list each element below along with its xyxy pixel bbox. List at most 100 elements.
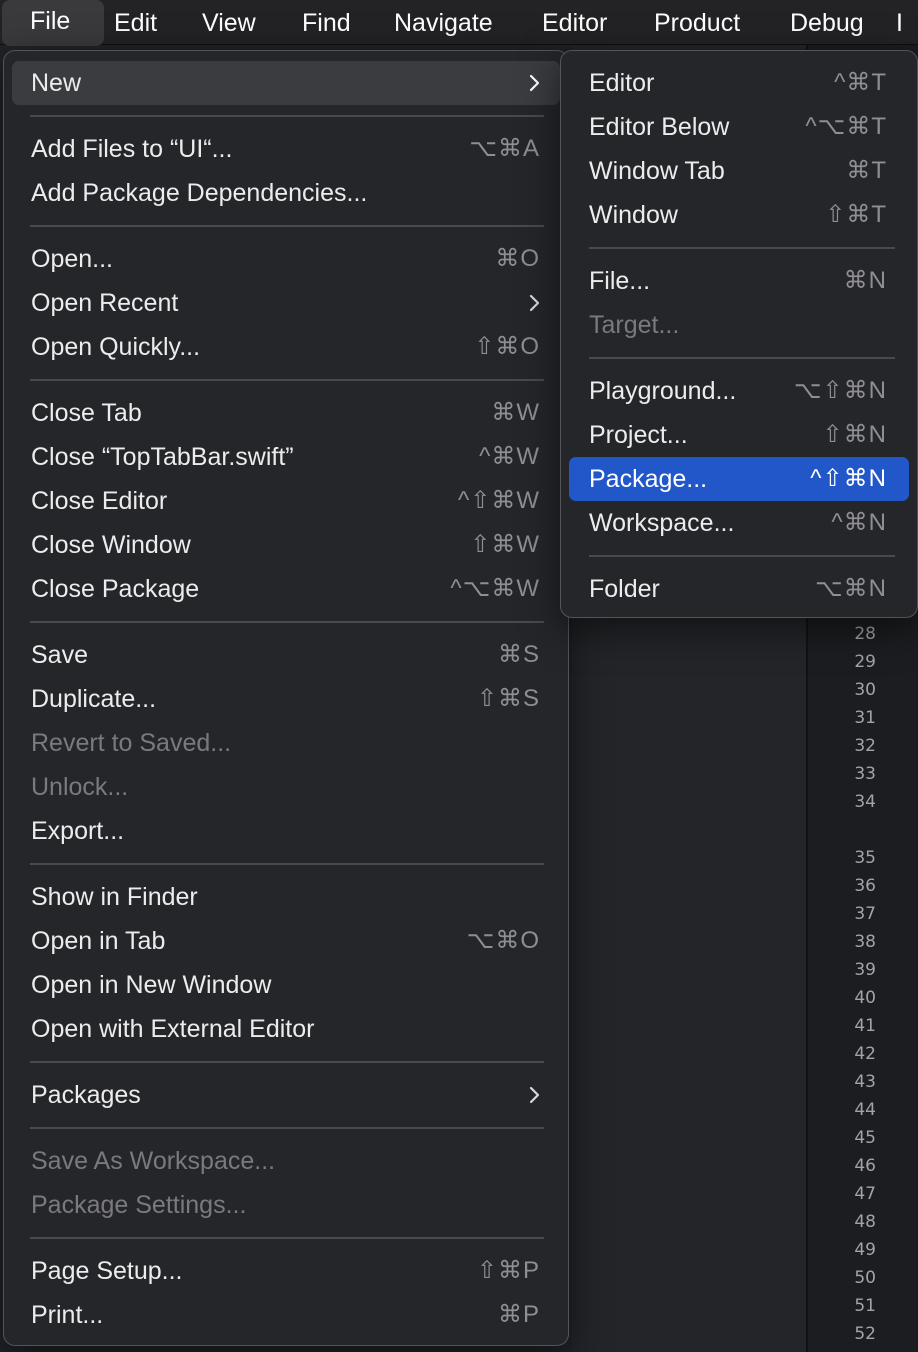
menu-item-show-in-finder[interactable]: Show in Finder [12, 875, 560, 919]
menu-item-page-setup[interactable]: Page Setup... ⇧⌘P [12, 1249, 560, 1293]
shortcut-label: ⌘P [497, 1301, 540, 1328]
line-number: 52 [854, 1324, 876, 1344]
menu-item-label: Close Editor [31, 487, 168, 515]
menu-item-unlock: Unlock... [12, 765, 560, 809]
menubar-file[interactable]: File [2, 0, 104, 46]
menubar-product[interactable]: Product [640, 2, 754, 46]
submenu-item-editor[interactable]: Editor ^⌘T [569, 61, 909, 105]
submenu-item-workspace[interactable]: Workspace... ^⌘N [569, 501, 909, 545]
menu-item-label: Close Package [31, 575, 200, 603]
line-number: 39 [854, 960, 876, 980]
shortcut-label: ^⇧⌘W [457, 487, 540, 514]
shortcut-label: ⌥⌘N [815, 575, 887, 602]
menu-item-label: Window Tab [589, 157, 725, 185]
menubar-truncated-item[interactable]: I [896, 2, 903, 46]
submenu-item-window-tab[interactable]: Window Tab ⌘T [569, 149, 909, 193]
menu-item-open-in-new-window[interactable]: Open in New Window [12, 963, 560, 1007]
menu-item-print[interactable]: Print... ⌘P [12, 1293, 560, 1337]
menu-item-close-file[interactable]: Close “TopTabBar.swift” ^⌘W [12, 435, 560, 479]
menu-separator [589, 357, 895, 359]
line-number: 46 [854, 1156, 876, 1176]
menu-item-label: Add Package Dependencies... [31, 179, 368, 207]
menu-item-label: Workspace... [589, 509, 735, 537]
menu-item-label: Save As Workspace... [31, 1147, 276, 1175]
menu-item-label: Editor [589, 69, 655, 97]
submenu-item-file[interactable]: File... ⌘N [569, 259, 909, 303]
menu-item-open[interactable]: Open... ⌘O [12, 237, 560, 281]
menu-item-label: Open Recent [31, 289, 179, 317]
menu-separator [589, 247, 895, 249]
shortcut-label: ⇧⌘S [476, 685, 540, 712]
menu-item-packages[interactable]: Packages [12, 1073, 560, 1117]
menu-item-open-recent[interactable]: Open Recent [12, 281, 560, 325]
submenu-item-window[interactable]: Window ⇧⌘T [569, 193, 909, 237]
menubar-view[interactable]: View [188, 2, 270, 46]
menu-item-label: Editor Below [589, 113, 730, 141]
line-number: 29 [854, 652, 876, 672]
menubar-edit[interactable]: Edit [100, 2, 171, 46]
submenu-item-editor-below[interactable]: Editor Below ^⌥⌘T [569, 105, 909, 149]
menu-item-label: Target... [589, 311, 680, 339]
menu-item-label: Open... [31, 245, 113, 273]
menu-item-open-in-tab[interactable]: Open in Tab ⌥⌘O [12, 919, 560, 963]
new-submenu: Editor ^⌘T Editor Below ^⌥⌘T Window Tab … [560, 50, 918, 618]
submenu-item-playground[interactable]: Playground... ⌥⇧⌘N [569, 369, 909, 413]
menu-item-new[interactable]: New [12, 61, 560, 105]
line-number: 31 [854, 708, 876, 728]
menu-separator [30, 1127, 544, 1129]
submenu-item-package[interactable]: Package... ^⇧⌘N [569, 457, 909, 501]
menu-item-close-editor[interactable]: Close Editor ^⇧⌘W [12, 479, 560, 523]
line-number: 50 [854, 1268, 876, 1288]
shortcut-label: ^⌘W [479, 443, 540, 470]
menu-item-close-package[interactable]: Close Package ^⌥⌘W [12, 567, 560, 611]
menu-separator [30, 1237, 544, 1239]
line-number: 38 [854, 932, 876, 952]
menu-item-label: Open Quickly... [31, 333, 201, 361]
shortcut-label: ⇧⌘W [470, 531, 540, 558]
submenu-item-folder[interactable]: Folder ⌥⌘N [569, 567, 909, 611]
menu-item-export[interactable]: Export... [12, 809, 560, 853]
menu-item-label: Package Settings... [31, 1191, 247, 1219]
menu-item-label: Window [589, 201, 678, 229]
line-number: 51 [854, 1296, 876, 1316]
menu-item-label: Unlock... [31, 773, 129, 801]
menubar-debug[interactable]: Debug [776, 2, 878, 46]
menu-item-label: Close Tab [31, 399, 142, 427]
menu-item-label: Close Window [31, 531, 191, 559]
menu-item-open-quickly[interactable]: Open Quickly... ⇧⌘O [12, 325, 560, 369]
menu-item-close-tab[interactable]: Close Tab ⌘W [12, 391, 560, 435]
menu-separator [30, 115, 544, 117]
menu-item-label: Playground... [589, 377, 737, 405]
shortcut-label: ⇧⌘P [476, 1257, 540, 1284]
line-number: 37 [854, 904, 876, 924]
menu-item-duplicate[interactable]: Duplicate... ⇧⌘S [12, 677, 560, 721]
menubar-editor[interactable]: Editor [528, 2, 621, 46]
shortcut-label: ⇧⌘T [825, 201, 887, 228]
file-menu: New Add Files to “UI“... ⌥⌘A Add Package… [3, 50, 569, 1346]
shortcut-label: ^⌥⌘W [450, 575, 540, 602]
line-number: 30 [854, 680, 876, 700]
shortcut-label: ⌘W [491, 399, 540, 426]
line-number: 45 [854, 1128, 876, 1148]
menubar-find[interactable]: Find [288, 2, 365, 46]
menu-item-label: Duplicate... [31, 685, 157, 713]
menu-separator [30, 621, 544, 623]
menu-item-label: File... [589, 267, 651, 295]
chevron-right-icon [529, 294, 540, 312]
shortcut-label: ⌘T [846, 157, 887, 184]
menu-item-add-package-dependencies[interactable]: Add Package Dependencies... [12, 171, 560, 215]
menubar-navigate[interactable]: Navigate [380, 2, 507, 46]
shortcut-label: ⌘N [843, 267, 887, 294]
menu-item-add-files[interactable]: Add Files to “UI“... ⌥⌘A [12, 127, 560, 171]
menu-item-label: Project... [589, 421, 688, 449]
line-number: 32 [854, 736, 876, 756]
submenu-item-project[interactable]: Project... ⇧⌘N [569, 413, 909, 457]
line-number: 47 [854, 1184, 876, 1204]
menu-item-label: New [31, 69, 82, 97]
menu-item-label: Open in Tab [31, 927, 166, 955]
menu-item-open-with-external-editor[interactable]: Open with External Editor [12, 1007, 560, 1051]
menu-item-close-window[interactable]: Close Window ⇧⌘W [12, 523, 560, 567]
menu-item-save[interactable]: Save ⌘S [12, 633, 560, 677]
menu-separator [30, 379, 544, 381]
line-number: 28 [854, 624, 876, 644]
